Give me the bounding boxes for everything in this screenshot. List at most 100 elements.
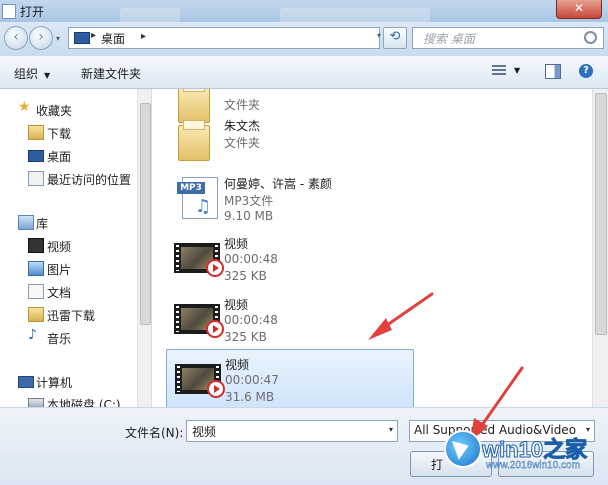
preview-pane-icon[interactable] xyxy=(545,64,561,79)
nav-item-documents[interactable]: 文档 xyxy=(0,281,150,301)
video-file-icon xyxy=(175,364,225,398)
video-file-icon xyxy=(174,304,224,338)
address-bar[interactable]: ▸ 桌面 ▸ xyxy=(68,27,380,49)
app-icon xyxy=(2,4,16,19)
nav-item-label: 图片 xyxy=(47,263,72,277)
nav-libraries[interactable]: 库 xyxy=(0,212,150,232)
nav-item-local-disk[interactable]: 本地磁盘 (C:) xyxy=(0,393,150,407)
play-icon xyxy=(206,320,224,338)
file-thumbnail: MP3 ♫ xyxy=(172,175,218,219)
mp3-badge: MP3 xyxy=(177,182,205,194)
file-thumbnail xyxy=(172,235,224,279)
film-perforation xyxy=(176,306,179,332)
file-item-video[interactable]: 视频 00:00:48 325 KB xyxy=(166,290,412,348)
file-item-folder[interactable]: 朱文杰 文件夹 xyxy=(166,111,412,169)
video-file-icon xyxy=(174,243,224,277)
recent-pages-dropdown[interactable]: ▾ xyxy=(56,34,60,43)
play-icon xyxy=(206,259,224,277)
close-button[interactable]: ✕ xyxy=(556,0,602,19)
film-perforation xyxy=(176,245,179,271)
watermark-logo xyxy=(444,430,482,468)
file-size: 325 KB xyxy=(224,330,267,344)
file-type: 文件夹 xyxy=(224,136,261,150)
chevron-down-icon[interactable]: ▾ xyxy=(389,425,393,434)
desktop-icon xyxy=(28,150,44,162)
folder-icon xyxy=(178,120,210,161)
recent-places-icon xyxy=(28,171,44,186)
video-library-icon xyxy=(28,238,44,253)
file-size: 9.10 MB xyxy=(224,209,274,223)
organize-label: 组织 xyxy=(14,67,39,81)
music-note-icon: ♫ xyxy=(195,196,212,217)
hard-drive-icon xyxy=(28,398,44,407)
scrollbar-thumb[interactable] xyxy=(140,103,151,325)
nav-item-videos[interactable]: 视频 xyxy=(0,235,150,255)
forward-button[interactable]: › xyxy=(29,26,53,50)
scrollbar-thumb[interactable] xyxy=(595,93,607,335)
file-duration: 00:00:47 xyxy=(225,373,279,387)
music-library-icon: ♪ xyxy=(28,327,37,343)
back-button[interactable]: ‹ xyxy=(4,26,28,50)
nav-item-label: 视频 xyxy=(47,240,72,254)
search-placeholder: 搜索 桌面 xyxy=(423,32,475,46)
film-perforation xyxy=(177,366,180,392)
window-title: 打开 xyxy=(20,5,45,19)
libraries-icon xyxy=(18,215,34,230)
mp3-file-icon: MP3 ♫ xyxy=(177,177,218,219)
nav-item-label: 下载 xyxy=(47,127,72,141)
breadcrumb-desktop[interactable]: 桌面 xyxy=(101,30,125,47)
filename-label: 文件名(N): xyxy=(125,426,184,440)
nav-item-label: 最近访问的位置 xyxy=(47,173,132,187)
nav-computer[interactable]: 计算机 xyxy=(0,371,150,391)
organize-arrow: ▼ xyxy=(44,71,51,80)
nav-item-desktop[interactable]: 桌面 xyxy=(0,145,150,165)
computer-icon xyxy=(18,376,34,388)
file-name: 视频 xyxy=(224,237,249,251)
file-thumbnail xyxy=(172,117,216,161)
organize-button[interactable]: 组织 ▼ xyxy=(14,65,50,82)
nav-libraries-label: 库 xyxy=(36,217,49,231)
file-list-scrollbar[interactable] xyxy=(592,89,608,407)
breadcrumb-separator[interactable]: ▸ xyxy=(91,30,96,41)
help-icon[interactable]: ? xyxy=(579,64,593,78)
open-button-label: 打 xyxy=(431,458,444,472)
search-icon xyxy=(584,31,597,44)
file-thumbnail xyxy=(172,296,224,340)
refresh-button[interactable]: ⟲ xyxy=(383,27,407,49)
pictures-library-icon xyxy=(28,261,44,276)
file-duration: 00:00:48 xyxy=(224,313,278,327)
nav-item-thunder-download[interactable]: 迅雷下载 xyxy=(0,304,150,324)
nav-item-downloads[interactable]: 下载 xyxy=(0,122,150,142)
nav-item-label: 迅雷下载 xyxy=(47,309,96,323)
new-folder-button[interactable]: 新建文件夹 xyxy=(81,65,141,82)
file-duration: 00:00:48 xyxy=(224,252,278,266)
search-input[interactable]: 搜索 桌面 xyxy=(412,27,604,49)
nav-computer-label: 计算机 xyxy=(36,376,73,390)
nav-item-pictures[interactable]: 图片 xyxy=(0,258,150,278)
star-icon: ★ xyxy=(18,99,31,115)
file-item-video[interactable]: 视频 00:00:48 325 KB xyxy=(166,229,412,287)
nav-item-label: 音乐 xyxy=(47,332,72,346)
file-item-video-selected[interactable]: 视频 00:00:47 31.6 MB xyxy=(166,349,414,407)
views-icon[interactable] xyxy=(492,65,506,77)
views-dropdown[interactable]: ▼ xyxy=(514,66,520,75)
nav-favorites-label: 收藏夹 xyxy=(36,104,73,118)
file-name: 视频 xyxy=(224,298,249,312)
filename-input[interactable]: 视频 ▾ xyxy=(186,420,398,442)
nav-favorites[interactable]: ★ 收藏夹 xyxy=(0,99,150,119)
title-bar: 打开 ✕ xyxy=(0,0,608,28)
nav-item-recent-places[interactable]: 最近访问的位置 xyxy=(0,168,150,188)
navigation-scrollbar[interactable] xyxy=(137,89,152,407)
file-item-mp3[interactable]: MP3 ♫ 何曼婷、许嵩 - 素颜 MP3文件 9.10 MB xyxy=(166,169,412,227)
nav-item-music[interactable]: ♪ 音乐 xyxy=(0,327,150,347)
filename-value: 视频 xyxy=(192,425,217,439)
file-size: 31.6 MB xyxy=(225,390,275,404)
breadcrumb-arrow[interactable]: ▸ xyxy=(141,31,146,42)
file-list: 文件夹 朱文杰 文件夹 MP3 ♫ 何曼婷、许嵩 - 素颜 MP3文件 9.10… xyxy=(152,89,598,407)
file-name: 视频 xyxy=(225,358,250,372)
thunder-download-icon xyxy=(28,307,44,322)
file-name: 朱文杰 xyxy=(224,119,261,133)
computer-icon xyxy=(74,32,90,44)
navigation-pane: ★ 收藏夹 下载 桌面 最近访问的位置 库 视频 图片 文档 迅雷下载 ♪ 音乐… xyxy=(0,89,150,407)
nav-item-label: 桌面 xyxy=(47,150,72,164)
